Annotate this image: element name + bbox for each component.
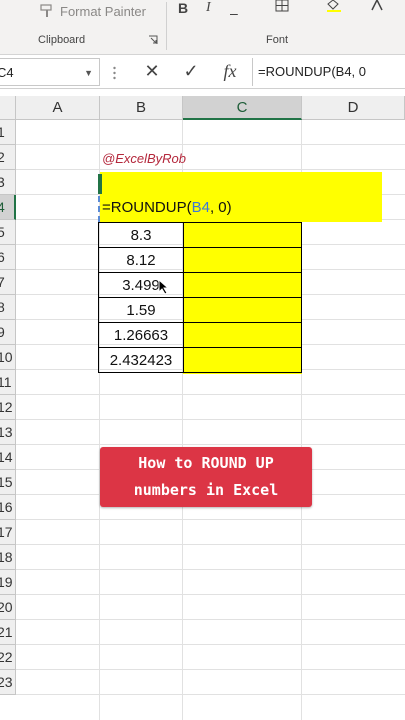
cell-value: 1.59: [126, 302, 156, 319]
format-painter-icon: [40, 4, 52, 17]
italic-button[interactable]: I: [206, 0, 211, 16]
format-painter-label: Format Painter: [60, 4, 146, 19]
dialog-launcher-icon[interactable]: [148, 35, 158, 45]
mouse-pointer-icon: [158, 279, 170, 295]
active-cell-indicator: [98, 174, 102, 194]
row-header[interactable]: 1: [0, 120, 16, 145]
font-group-label: Font: [266, 34, 289, 46]
gridline: [16, 144, 405, 145]
insert-function-icon[interactable]: fx: [218, 61, 242, 82]
row-header[interactable]: 23: [0, 670, 16, 695]
row-header[interactable]: 8: [0, 295, 16, 320]
formula-suffix: , 0): [209, 199, 232, 216]
in-cell-formula[interactable]: =ROUNDUP(B4, 0): [102, 199, 232, 216]
gridline: [16, 594, 405, 595]
underline-button[interactable]: [230, 0, 238, 16]
fill-color-icon[interactable]: [325, 0, 343, 12]
select-all-corner[interactable]: [0, 96, 16, 120]
more-options-icon[interactable]: [113, 66, 116, 80]
column-header-d[interactable]: D: [302, 96, 405, 120]
row-header[interactable]: 16: [0, 495, 16, 520]
row-header[interactable]: 17: [0, 520, 16, 545]
banner-line-2: numbers in Excel: [133, 481, 279, 499]
row-header[interactable]: 6: [0, 245, 16, 270]
row-header[interactable]: 19: [0, 570, 16, 595]
formula-bar: C4 ▼ ✕ ✓ fx =ROUNDUP(B4, 0: [0, 58, 405, 89]
column-header-b[interactable]: B: [100, 96, 183, 120]
column-header-c[interactable]: C: [183, 96, 302, 120]
banner-line-1: How to ROUND UP: [138, 454, 274, 472]
chevron-down-icon[interactable]: ▼: [84, 59, 93, 87]
row-header[interactable]: 7: [0, 270, 16, 295]
row-header[interactable]: 3: [0, 170, 16, 195]
row-header[interactable]: 2: [0, 145, 16, 170]
result-cell[interactable]: [183, 347, 302, 373]
cell-value: 2.432423: [109, 352, 173, 369]
column-header-a[interactable]: A: [16, 96, 100, 120]
cell-value: 8.3: [130, 227, 152, 244]
result-cell[interactable]: [183, 272, 302, 298]
cell-value: 1.26663: [113, 327, 169, 344]
borders-icon[interactable]: [275, 0, 289, 12]
row-header[interactable]: 11: [0, 370, 16, 395]
row-header[interactable]: 18: [0, 545, 16, 570]
gridline: [16, 519, 405, 520]
cancel-icon[interactable]: ✕: [140, 61, 164, 82]
gridline: [16, 169, 405, 170]
row-header[interactable]: 9: [0, 320, 16, 345]
title-banner: How to ROUND UP numbers in Excel: [100, 447, 312, 507]
gridline: [16, 694, 405, 695]
gridline: [16, 419, 405, 420]
result-cell[interactable]: [183, 322, 302, 348]
gridline: [16, 569, 405, 570]
row-header[interactable]: 13: [0, 420, 16, 445]
format-painter-button[interactable]: Format Painter: [40, 4, 146, 19]
name-box-value: C4: [0, 65, 14, 80]
ribbon: Format Painter Clipboard B I Font: [0, 0, 405, 55]
row-header[interactable]: 10: [0, 345, 16, 370]
row-header[interactable]: 22: [0, 645, 16, 670]
name-box[interactable]: C4 ▼: [0, 58, 100, 86]
cell-value: 8.12: [126, 252, 156, 269]
enter-icon[interactable]: ✓: [179, 61, 203, 82]
formula-input[interactable]: =ROUNDUP(B4, 0: [252, 58, 405, 86]
result-cell[interactable]: [183, 247, 302, 273]
row-header[interactable]: 21: [0, 620, 16, 645]
ribbon-separator: [166, 2, 167, 50]
clipboard-group-label: Clipboard: [38, 34, 86, 46]
result-cell[interactable]: [183, 222, 302, 248]
row-header[interactable]: 15: [0, 470, 16, 495]
formula-reference: B4: [191, 199, 210, 216]
font-color-icon[interactable]: [368, 0, 386, 12]
gridline: [16, 619, 405, 620]
gridline: [16, 669, 405, 670]
row-header[interactable]: 4: [0, 195, 16, 220]
watermark: @ExcelByRob: [102, 151, 187, 166]
gridline: [16, 444, 405, 445]
gridline: [16, 544, 405, 545]
gridline: [16, 394, 405, 395]
formula-prefix: =ROUNDUP(: [102, 199, 192, 216]
row-header[interactable]: 20: [0, 595, 16, 620]
row-header[interactable]: 14: [0, 445, 16, 470]
gridline: [16, 644, 405, 645]
row-header[interactable]: 12: [0, 395, 16, 420]
row-header[interactable]: 5: [0, 220, 16, 245]
bold-button[interactable]: B: [178, 0, 188, 16]
result-cell[interactable]: [183, 297, 302, 323]
